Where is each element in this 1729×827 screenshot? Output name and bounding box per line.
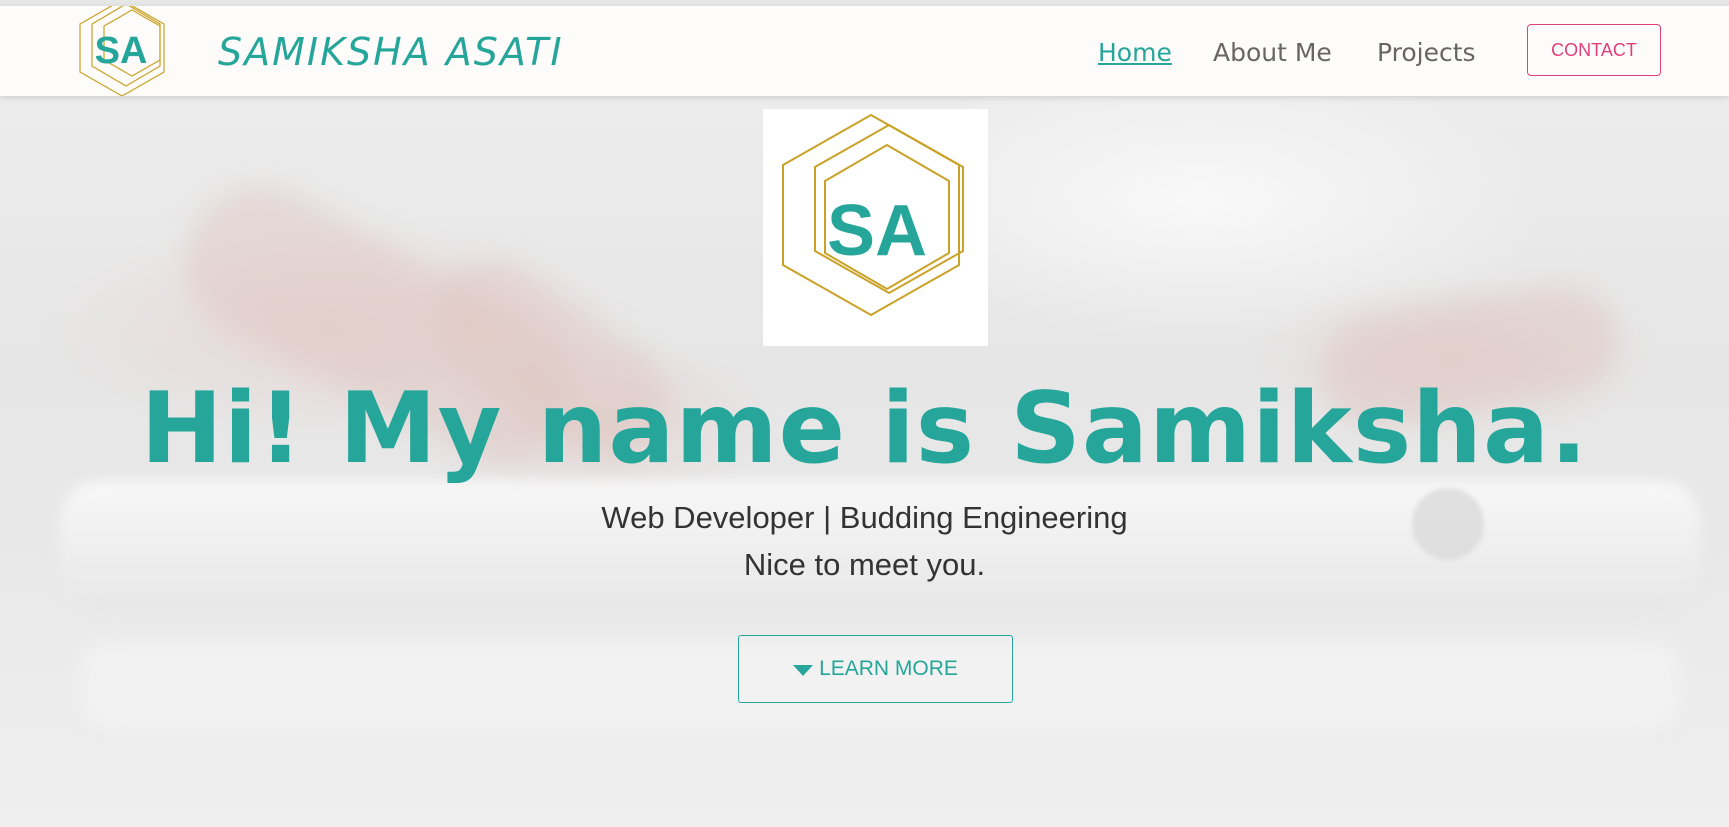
nav-projects[interactable]: Projects (1377, 38, 1476, 67)
navbar: SA SAMIKSHA ASATI Home About Me Projects… (0, 0, 1729, 97)
brand-name[interactable]: SAMIKSHA ASATI (218, 30, 564, 74)
hero-title: Hi! My name is Samiksha. (140, 372, 1589, 486)
brand-logo[interactable]: SA (66, 0, 196, 97)
nav-home[interactable]: Home (1098, 38, 1172, 67)
brand-logo-text: SA (95, 30, 148, 72)
contact-button[interactable]: CONTACT (1527, 24, 1661, 76)
caret-down-icon (793, 664, 814, 676)
learn-more-label: LEARN MORE (819, 657, 958, 680)
hexagon-logo-icon: SA (79, 0, 165, 97)
hero-subtitle-greeting: Nice to meet you. (743, 547, 986, 582)
learn-more-button[interactable]: LEARN MORE (738, 635, 1013, 703)
hero-logo: SA (763, 109, 988, 346)
nav-about-me[interactable]: About Me (1213, 38, 1332, 67)
hero-logo-text: SA (827, 191, 927, 271)
hexagon-logo-icon: SA (782, 113, 964, 317)
hero-subtitle-role: Web Developer | Budding Engineering (601, 500, 1128, 535)
